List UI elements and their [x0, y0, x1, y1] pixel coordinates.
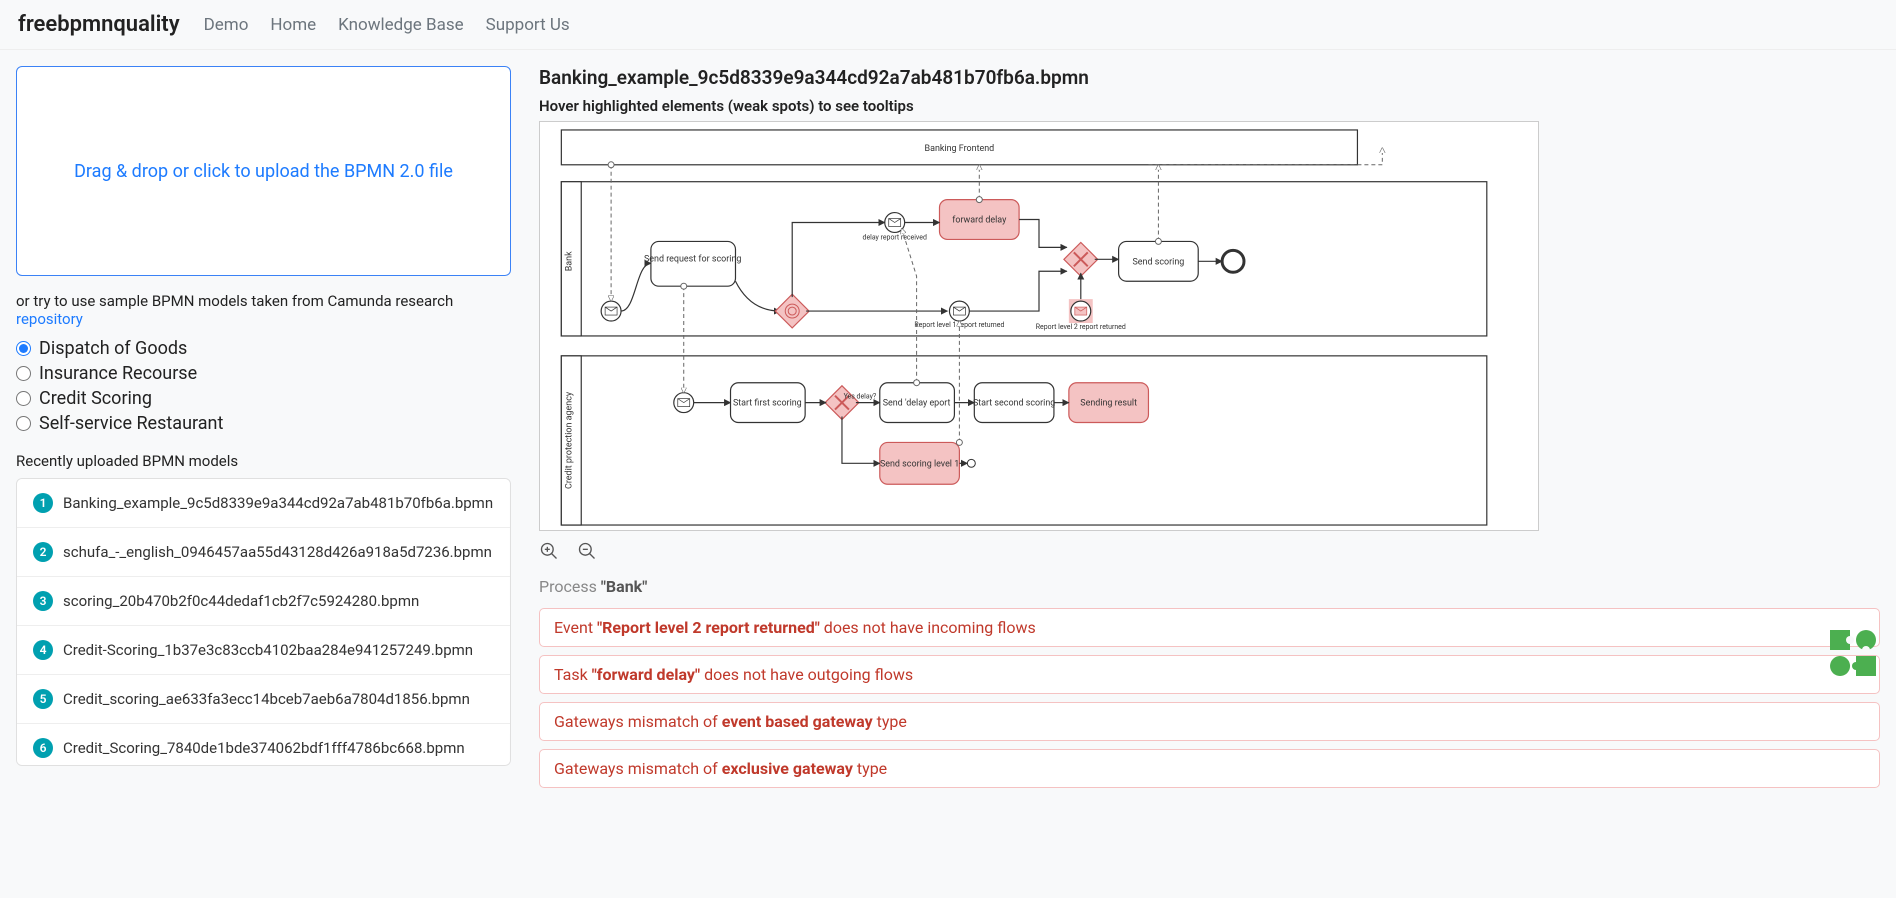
svg-text:Bank: Bank: [564, 251, 574, 271]
bpmn-task-ssl1[interactable]: Send scoring level 1: [880, 442, 960, 484]
sample-option-dispatch[interactable]: Dispatch of Goods: [16, 338, 511, 359]
svg-text:delay report received: delay report received: [863, 233, 927, 241]
sample-text: or try to use sample BPMN models taken f…: [16, 292, 511, 328]
alert-item: Gateways mismatch of event based gateway…: [539, 702, 1880, 741]
repository-link[interactable]: repository: [16, 310, 83, 328]
svg-text:Send request for scoring: Send request for scoring: [644, 254, 741, 264]
svg-text:Start second scoring: Start second scoring: [973, 399, 1055, 409]
svg-text:Send 'delay eport: Send 'delay eport: [883, 399, 951, 409]
alerts: Event "Report level 2 report returned" d…: [539, 608, 1880, 788]
recent-list[interactable]: 1Banking_example_9c5d8339e9a344cd92a7ab4…: [16, 478, 511, 766]
svg-text:Banking Frontend: Banking Frontend: [925, 144, 995, 154]
list-item[interactable]: 1Banking_example_9c5d8339e9a344cd92a7ab4…: [17, 479, 510, 528]
svg-text:Start first scoring: Start first scoring: [733, 399, 802, 409]
svg-text:Yes delay?: Yes delay?: [844, 393, 877, 401]
nav-support[interactable]: Support Us: [486, 15, 570, 35]
upload-dropzone[interactable]: Drag & drop or click to upload the BPMN …: [16, 66, 511, 276]
list-item[interactable]: 2schufa_-_english_0946457aa55d43128d426a…: [17, 528, 510, 577]
list-item[interactable]: 3scoring_20b470b2f0c44dedaf1cb2f7c592428…: [17, 577, 510, 626]
list-badge: 1: [33, 493, 53, 513]
recent-header: Recently uploaded BPMN models: [16, 452, 511, 470]
bpmn-task-sending-result[interactable]: Sending result: [1069, 383, 1149, 423]
list-badge: 3: [33, 591, 53, 611]
nav-demo[interactable]: Demo: [204, 15, 249, 35]
svg-text:Sending result: Sending result: [1080, 399, 1137, 409]
zoom-out-icon[interactable]: [577, 541, 597, 561]
zoom-in-icon[interactable]: [539, 541, 559, 561]
sample-radio-group: Dispatch of Goods Insurance Recourse Cre…: [16, 338, 511, 434]
sample-option-restaurant[interactable]: Self-service Restaurant: [16, 413, 511, 434]
brand[interactable]: freebpmnquality: [18, 12, 180, 37]
bpmn-diagram[interactable]: Banking Frontend Bank Send request for s…: [539, 121, 1539, 531]
file-title: Banking_example_9c5d8339e9a344cd92a7ab48…: [539, 66, 1880, 89]
nav-home[interactable]: Home: [270, 15, 316, 35]
alert-item: Event "Report level 2 report returned" d…: [539, 608, 1880, 647]
bpmn-task-forward-delay[interactable]: forward delay: [939, 200, 1019, 240]
list-badge: 6: [33, 738, 53, 758]
svg-text:forward delay: forward delay: [952, 216, 1007, 226]
list-item[interactable]: 4Credit-Scoring_1b37e3c83ccb4102baa284e9…: [17, 626, 510, 675]
list-item[interactable]: 6Credit_Scoring_7840de1bde374062bdf1fff4…: [17, 724, 510, 766]
radio-restaurant[interactable]: [16, 416, 31, 431]
svg-text:Send scoring: Send scoring: [1133, 257, 1185, 267]
sample-option-insurance[interactable]: Insurance Recourse: [16, 363, 511, 384]
radio-insurance[interactable]: [16, 366, 31, 381]
bpmn-event-rl2[interactable]: [1069, 299, 1093, 323]
navbar: freebpmnquality Demo Home Knowledge Base…: [0, 0, 1896, 50]
svg-text:Report level 2 report returned: Report level 2 report returned: [1036, 323, 1126, 331]
list-badge: 5: [33, 689, 53, 709]
radio-dispatch[interactable]: [16, 341, 31, 356]
alert-item: Gateways mismatch of exclusive gateway t…: [539, 749, 1880, 788]
list-badge: 2: [33, 542, 53, 562]
dropzone-text: Drag & drop or click to upload the BPMN …: [74, 161, 453, 182]
alert-item: Task "forward delay" does not have outgo…: [539, 655, 1880, 694]
nav-kb[interactable]: Knowledge Base: [338, 15, 463, 35]
sample-option-credit[interactable]: Credit Scoring: [16, 388, 511, 409]
radio-credit[interactable]: [16, 391, 31, 406]
svg-text:Credit protection agency: Credit protection agency: [564, 391, 574, 489]
list-badge: 4: [33, 640, 53, 660]
hover-hint: Hover highlighted elements (weak spots) …: [539, 97, 1880, 115]
list-item[interactable]: 5Credit_scoring_ae633fa3ecc14bceb7aeb6a7…: [17, 675, 510, 724]
svg-text:Send scoring level 1: Send scoring level 1: [880, 459, 959, 469]
app-logo-icon[interactable]: [1828, 628, 1878, 678]
process-title: Process "Bank": [539, 577, 1880, 596]
